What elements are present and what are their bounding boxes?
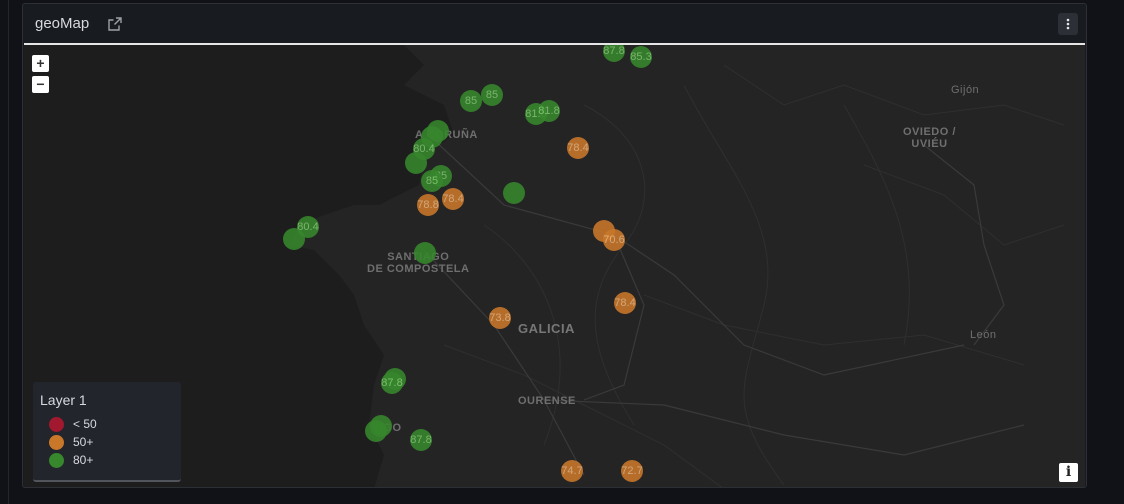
map-marker[interactable]: 87.8 [410, 430, 432, 450]
map-marker[interactable]: 73.8 [489, 308, 511, 328]
legend-swatch [49, 435, 64, 451]
map-marker-value: 70.6 [603, 234, 625, 246]
map-marker-value: 87.8 [603, 45, 625, 57]
map-marker[interactable]: 78.4 [614, 293, 636, 313]
map-marker-value: 78.8 [417, 199, 439, 211]
map-label-leon: León [970, 329, 997, 341]
legend-item-50plus: 50+ [49, 434, 94, 451]
legend-item-80plus: 80+ [49, 452, 94, 469]
map-marker-value: 78.4 [567, 142, 589, 154]
map-legend: Layer 1 < 50 50+ 80+ [33, 382, 181, 482]
map-marker-value: 72.7 [621, 465, 643, 477]
map-marker[interactable] [504, 183, 524, 203]
map-marker[interactable]: 85.3 [630, 47, 652, 67]
map-marker-value: 74.7 [561, 465, 583, 477]
external-link-icon[interactable] [107, 16, 123, 32]
legend-swatch [49, 417, 64, 433]
legend-label: 80+ [73, 453, 94, 467]
map-marker[interactable]: 85 [482, 85, 502, 105]
legend-swatch [49, 453, 64, 469]
map-marker[interactable]: 78.4 [567, 138, 589, 158]
zoom-in-button[interactable]: + [32, 55, 49, 72]
map-marker-value: 85 [485, 89, 499, 101]
map-marker[interactable]: 85 [461, 91, 481, 111]
map-marker-value: 87.8 [410, 434, 432, 446]
legend-title: Layer 1 [40, 392, 87, 408]
map-label-gijon: Gijón [951, 84, 980, 96]
map-marker-value: 85 [464, 95, 478, 107]
map-marker-value: 73.8 [489, 312, 511, 324]
map-label-oviedo: OVIEDO / UVIÉU [903, 126, 956, 150]
zoom-out-button[interactable]: − [32, 76, 49, 93]
map-marker[interactable] [415, 243, 435, 263]
map-marker-value: 85 [425, 175, 439, 187]
map-marker[interactable]: 81.8 [538, 101, 560, 121]
legend-label: < 50 [73, 417, 97, 431]
map-marker-value: 78.4 [442, 193, 464, 205]
map-marker[interactable] [284, 229, 304, 249]
legend-item-lt50: < 50 [49, 416, 97, 433]
map-label-galicia: GALICIA [518, 321, 575, 336]
panel-title: geoMap [35, 15, 90, 32]
map-canvas[interactable]: A CORUÑA SANTIAGO DE COMPOSTELA GALICIA … [24, 43, 1085, 487]
map-marker-value: 81.8 [538, 105, 560, 117]
map-marker[interactable]: 74.7 [561, 461, 583, 481]
page-left-edge [0, 0, 9, 504]
map-marker[interactable]: 70.6 [603, 230, 625, 250]
legend-label: 50+ [73, 435, 94, 449]
map-marker-value: 85.3 [630, 51, 652, 63]
map-marker[interactable] [406, 153, 426, 173]
panel-menu-button[interactable] [1058, 13, 1078, 35]
map-marker-value: 87.8 [381, 377, 403, 389]
map-marker[interactable] [371, 416, 391, 436]
map-marker[interactable]: 78.4 [442, 189, 464, 209]
panel-header: geoMap [23, 4, 1086, 42]
geomap-panel: geoMap A CORUÑA DE COMPOSTELA GALICIA OU… [22, 3, 1087, 488]
vertical-dots-icon [1066, 18, 1070, 30]
map-label-ourense: OURENSE [518, 395, 576, 407]
map-marker-value: 78.4 [614, 297, 636, 309]
map-info-button[interactable]: i [1059, 463, 1078, 482]
map-marker[interactable]: 85 [422, 171, 442, 191]
map-marker[interactable]: 87.8 [381, 373, 403, 393]
map-marker[interactable]: 72.7 [621, 461, 643, 481]
map-marker[interactable]: 78.8 [417, 195, 439, 215]
